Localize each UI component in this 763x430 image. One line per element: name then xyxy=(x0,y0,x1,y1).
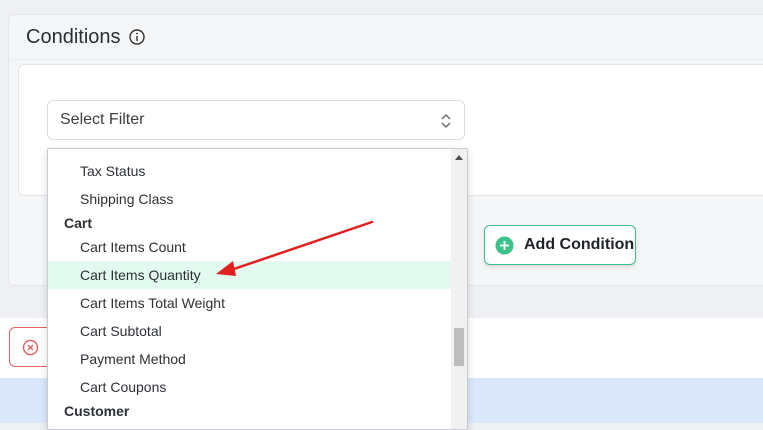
plus-circle-icon xyxy=(495,236,514,255)
add-condition-button[interactable]: Add Condition xyxy=(484,225,636,265)
option-cart-items-quantity[interactable]: Cart Items Quantity xyxy=(48,261,451,289)
filter-select-placeholder: Select Filter xyxy=(60,111,145,128)
filter-dropdown: Tax Status Shipping Class Cart Cart Item… xyxy=(47,148,468,430)
scrollbar-thumb[interactable] xyxy=(454,328,464,366)
page-title: Conditions xyxy=(26,25,121,48)
chevron-updown-icon xyxy=(440,112,452,130)
group-customer: Customer xyxy=(64,403,130,419)
info-icon[interactable] xyxy=(128,29,145,45)
filter-option-list: Tax Status Shipping Class Cart Cart Item… xyxy=(48,157,451,421)
option-cart-items-count[interactable]: Cart Items Count xyxy=(48,233,451,261)
filter-select[interactable]: Select Filter xyxy=(47,100,465,140)
option-cart-items-total-weight[interactable]: Cart Items Total Weight xyxy=(48,289,451,317)
group-cart: Cart xyxy=(64,215,93,231)
dropdown-scrollbar[interactable] xyxy=(451,149,467,429)
option-cart-subtotal[interactable]: Cart Subtotal xyxy=(48,317,451,345)
option-tax-status[interactable]: Tax Status xyxy=(48,157,451,185)
close-circle-icon xyxy=(22,339,39,356)
option-shipping-class[interactable]: Shipping Class xyxy=(48,185,451,213)
panel-header: Conditions xyxy=(9,15,763,60)
add-condition-label: Add Condition xyxy=(524,236,635,253)
option-cart-coupons[interactable]: Cart Coupons xyxy=(48,373,451,401)
option-payment-method[interactable]: Payment Method xyxy=(48,345,451,373)
scroll-up-icon[interactable] xyxy=(455,155,463,160)
